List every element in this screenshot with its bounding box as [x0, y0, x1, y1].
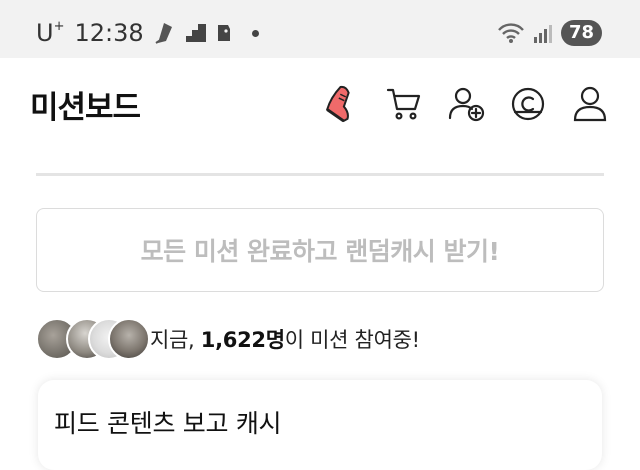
battery-indicator: 78 [560, 20, 602, 46]
stairs-icon [185, 24, 206, 42]
reward-button-label: 모든 미션 완료하고 랜덤캐시 받기! [140, 237, 500, 266]
feed-content-mission-card[interactable]: 피드 콘텐츠 보고 캐시 [38, 380, 602, 470]
status-bar: U+ 12:38 78 [0, 0, 640, 58]
participant-count: 1,622명 [200, 328, 285, 352]
profile-icon[interactable] [570, 84, 610, 124]
participants-row: 지금, 1,622명이 미션 참여중! [36, 318, 420, 360]
participant-count-text: 지금, 1,622명이 미션 참여중! [150, 328, 420, 352]
app-header: 미션보드 [0, 58, 640, 158]
participant-avatars [36, 318, 150, 360]
signal-icon [533, 23, 553, 43]
status-bar-left: U+ 12:38 [36, 18, 259, 48]
add-friend-icon[interactable] [446, 84, 486, 124]
status-time: 12:38 [74, 19, 144, 47]
wifi-icon [497, 22, 525, 44]
coin-icon[interactable] [508, 84, 548, 124]
sneaker-icon[interactable] [322, 84, 362, 124]
notification-icon [154, 21, 176, 45]
avatar [108, 318, 150, 360]
feed-card-title: 피드 콘텐츠 보고 캐시 [54, 409, 282, 438]
dot-icon [251, 29, 259, 37]
page-title: 미션보드 [30, 90, 141, 126]
status-bar-right: 78 [497, 19, 602, 47]
cart-icon[interactable] [384, 84, 424, 124]
random-cash-reward-button[interactable]: 모든 미션 완료하고 랜덤캐시 받기! [36, 208, 604, 292]
header-toolbar [322, 84, 610, 124]
carrier-label: U+ [36, 19, 65, 47]
sticker-icon [216, 23, 232, 43]
header-divider [36, 173, 604, 176]
